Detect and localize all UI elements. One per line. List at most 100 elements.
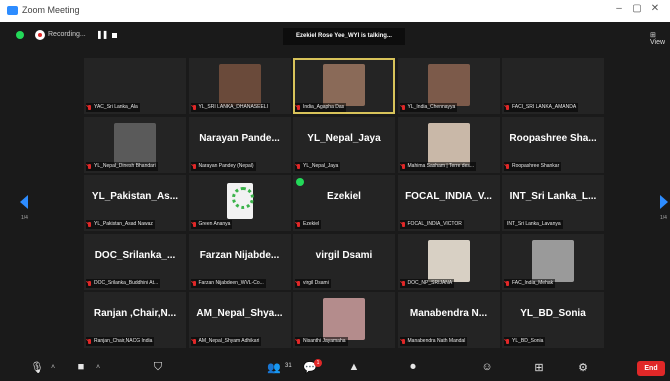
participant-tile[interactable]: FAC_India_Mehak (502, 233, 604, 290)
security-icon[interactable]: ⛉ (149, 361, 167, 374)
participant-tile[interactable]: Nisanthi Jayamaha (293, 292, 395, 348)
zoom-logo-icon (7, 6, 18, 15)
participant-name-label: Roopashree Shankar (504, 161, 562, 171)
participant-display-name: virgil Dsami (315, 249, 373, 261)
participant-display-name: Narayan Pande... (199, 132, 280, 144)
participant-tile[interactable]: DOC_NP_SRIJANA (397, 233, 500, 290)
muted-microphone-icon (192, 222, 196, 227)
apps-icon[interactable]: ⊞ (530, 361, 548, 374)
participant-tile[interactable]: YL_SRI LANKA_DHANASEELI (188, 58, 291, 114)
participants-count: 31 (285, 363, 292, 369)
participant-tile[interactable]: Roopashree Sha... Roopashree Shankar (502, 116, 604, 173)
minimize-button[interactable]: – (612, 3, 626, 14)
meeting-toolbar: 🎙 ˄ ■ ˄ ⛉ 👥 31 💬 1 ▲ ⏺ ☺ ⊞ ⚙ End (0, 355, 670, 381)
share-screen-icon[interactable]: ▲ (345, 361, 363, 373)
participant-tile[interactable]: Ezekiel Ezekiel (293, 175, 395, 231)
participant-video (323, 298, 365, 340)
participant-display-name: FOCAL_INDIA_V... (405, 191, 492, 202)
participant-name-label: Green Ananya (190, 220, 233, 229)
participant-tile[interactable]: YL_Pakistan_As... YL_Pakistan_Asad Nawaz (84, 175, 186, 231)
participant-name-label: YL_Nepal_Jaya (295, 161, 341, 171)
participant-tile[interactable]: Narayan Pande... Narayan Pandey (Nepal) (188, 116, 291, 173)
participant-tile[interactable]: YL_BD_Sonia YL_BD_Sonia (502, 292, 604, 348)
participant-name-label: AM_Nepal_Shyam Adhikari (190, 337, 262, 346)
participant-name-text: AM_Nepal_Shyam Adhikari (198, 338, 260, 344)
participant-name-text: FOCAL_INDIA_VICTOR (407, 221, 462, 227)
meeting-top-bar: Recording... ❚❚ Ezekiel Rose Yee_WYI is … (0, 22, 670, 50)
participant-name-text: YL_SRI LANKA_DHANASEELI (198, 104, 268, 110)
video-options-chevron-icon[interactable]: ˄ (89, 364, 107, 371)
window-title-bar: Zoom Meeting – ▢ ✕ (0, 0, 670, 22)
participant-name-label: Nisanthi Jayamaha (295, 337, 348, 346)
settings-icon[interactable]: ⚙ (574, 361, 592, 374)
participant-name-label: Manabendra Nath Mandal (399, 337, 468, 346)
participant-tile[interactable]: virgil Dsami virgil Dsami (293, 233, 395, 290)
muted-microphone-icon (297, 105, 300, 110)
stop-recording-button[interactable] (112, 33, 117, 38)
participant-tile[interactable]: DOC_Srilanka_... DOC_Srilanka_Buddhini At… (84, 233, 186, 290)
participant-tile[interactable]: YAC_Sri Lanka_Ala (84, 58, 186, 114)
reactions-icon[interactable]: ☺ (478, 361, 496, 373)
close-button[interactable]: ✕ (648, 3, 662, 14)
participant-tile[interactable]: FOCAL_INDIA_V... FOCAL_INDIA_VICTOR (397, 175, 500, 231)
pause-recording-button[interactable]: ❚❚ (96, 30, 108, 39)
participant-display-name: AM_Nepal_Shya... (196, 308, 283, 319)
next-page-icon[interactable] (660, 195, 668, 209)
participant-tile[interactable]: Green Ananya (188, 175, 291, 231)
participants-icon[interactable]: 👥 (265, 361, 283, 374)
participant-tile[interactable]: FACI_SRI LANKA_AMANDA (502, 58, 604, 114)
participant-display-name: Roopashree Sha... (509, 132, 597, 144)
participant-name-label: DOC_NP_SRIJANA (399, 278, 455, 288)
checkmark-icon (296, 178, 304, 186)
participant-name-label: YAC_Sri Lanka_Ala (86, 103, 140, 112)
participant-name-text: INT_Sri Lanka_Lavanya (507, 221, 561, 227)
view-button[interactable]: ⊞ View (650, 31, 670, 46)
end-meeting-button[interactable]: End (637, 361, 665, 376)
muted-microphone-icon (401, 163, 405, 169)
participant-name-label: Ranjan_Chair,NACG India (86, 337, 155, 346)
participant-name-text: Narayan Pandey (Nepal) (198, 162, 254, 169)
participant-name-text: Farzan Nijabdeen_WVL-Co... (198, 279, 264, 286)
participant-tile[interactable]: Mahima Sasham | Terre des... (397, 116, 500, 173)
participant-tile[interactable]: India_Agapha Das (293, 58, 395, 114)
muted-microphone-icon (506, 163, 509, 169)
participant-tile[interactable]: Ranjan ,Chair,N... Ranjan_Chair,NACG Indi… (84, 292, 186, 348)
participant-tile[interactable]: YL_India_Chennayya (397, 58, 500, 114)
security-status-icon[interactable] (16, 31, 24, 39)
participant-video (427, 64, 470, 106)
participant-tile[interactable]: Farzan Nijabde... Farzan Nijabdeen_WVL-Co… (188, 233, 291, 290)
participant-tile[interactable]: INT_Sri Lanka_L... INT_Sri Lanka_Lavanya (502, 175, 604, 231)
muted-microphone-icon (401, 222, 405, 227)
video-icon[interactable]: ■ (72, 361, 90, 373)
participant-tile[interactable]: YL_Nepal_Jaya YL_Nepal_Jaya (293, 116, 395, 173)
participant-name-text: YAC_Sri Lanka_Ala (94, 104, 138, 110)
participant-video (532, 239, 574, 282)
participant-name-text: Mahima Sasham | Terre des... (407, 162, 475, 169)
participant-display-name: YL_Nepal_Jaya (307, 132, 381, 144)
participant-video (218, 64, 261, 106)
participant-name-text: YL_Pakistan_Asad Nawaz (94, 221, 153, 227)
participant-name-label: FOCAL_INDIA_VICTOR (399, 220, 464, 229)
active-speaker-banner: Ezekiel Rose Yee_WYI is talking... (283, 28, 405, 45)
record-icon[interactable]: ⏺ (404, 361, 422, 374)
muted-microphone-icon (297, 339, 300, 344)
muted-microphone-icon (506, 339, 509, 344)
previous-page-icon[interactable] (20, 195, 28, 209)
page-indicator-right: 1/4 (660, 215, 667, 221)
page-indicator-left: 1/4 (21, 215, 28, 221)
participant-name-label: Mahima Sasham | Terre des... (399, 161, 477, 171)
participant-tile[interactable]: YL_Nepal_Dinesh Bhandari (84, 116, 186, 173)
muted-microphone-icon (401, 280, 405, 286)
maximize-button[interactable]: ▢ (630, 3, 644, 14)
window-title: Zoom Meeting (22, 5, 80, 15)
participant-tile[interactable]: AM_Nepal_Shya... AM_Nepal_Shyam Adhikari (188, 292, 291, 348)
participant-name-text: virgil Dsami (303, 279, 329, 286)
muted-microphone-icon (88, 163, 91, 169)
participant-tile[interactable]: Manabendra N... Manabendra Nath Mandal (397, 292, 500, 348)
participant-name-text: DOC_Srilanka_Buddhini At... (94, 279, 159, 286)
participant-display-name: Manabendra N... (409, 308, 488, 319)
audio-options-chevron-icon[interactable]: ˄ (44, 364, 62, 371)
participant-name-label: FAC_India_Mehak (504, 278, 556, 288)
participant-display-name: INT_Sri Lanka_L... (509, 191, 597, 202)
participant-name-text: YL_India_Chennayya (407, 104, 456, 110)
